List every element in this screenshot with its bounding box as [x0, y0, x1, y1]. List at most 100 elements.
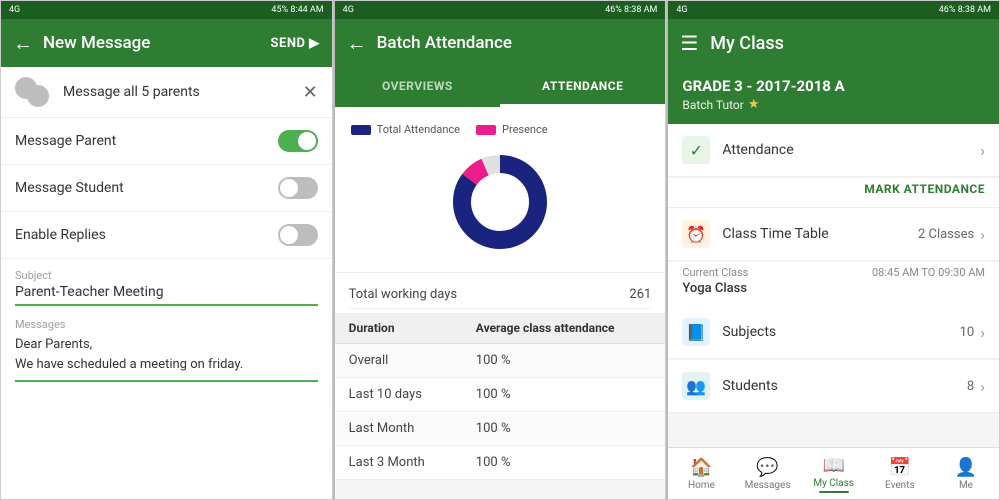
new-message-content: Message all 5 parents ✕ Message Parent M…	[1, 67, 332, 499]
tab-attendance[interactable]: ATTENDANCE	[500, 67, 665, 107]
status-left-1: 4G	[9, 5, 20, 15]
toggle-row-enable-replies: Enable Replies	[1, 212, 332, 259]
legend-dot-presence	[476, 125, 496, 135]
avatar-group	[15, 77, 53, 107]
duration-cell: Last 3 Month	[335, 446, 462, 480]
subject-input[interactable]: Parent-Teacher Meeting	[15, 284, 318, 306]
nav-events[interactable]: 📅 Events	[867, 448, 933, 499]
status-bar-3: 4G 46% 8:38 AM	[668, 1, 999, 19]
panel-new-message: 4G 45% 8:44 AM ← New Message SEND ▶ Mess…	[0, 0, 333, 500]
close-button[interactable]: ✕	[303, 82, 318, 103]
table-row: Last 10 days100 %	[335, 378, 666, 412]
total-working-label: Total working days	[349, 287, 457, 302]
chevron-subjects: ›	[980, 323, 985, 342]
nav-messages[interactable]: 💬 Messages	[734, 448, 800, 499]
mark-attendance-button[interactable]: MARK ATTENDANCE	[864, 182, 985, 196]
panel-my-class: 4G 46% 8:38 AM ☰ My Class GRADE 3 - 2017…	[666, 0, 1000, 500]
header-new-message: ← New Message SEND ▶	[1, 19, 332, 67]
duration-cell: Overall	[335, 344, 462, 378]
messages-icon: 💬	[756, 457, 778, 478]
attendance-table: Duration Average class attendance Overal…	[335, 313, 666, 480]
chevron-timetable: ›	[980, 225, 985, 244]
toggle-message-parent[interactable]	[278, 130, 318, 152]
students-icon: 👥	[682, 372, 710, 400]
star-icon: ★	[748, 97, 760, 112]
my-class-icon: 📖	[822, 455, 844, 476]
toggle-knob-1	[298, 132, 316, 150]
chevron-attendance: ›	[980, 141, 985, 160]
nav-home[interactable]: 🏠 Home	[668, 448, 734, 499]
send-button[interactable]: SEND ▶	[271, 36, 320, 51]
timetable-label: Class Time Table	[722, 226, 918, 242]
duration-cell: Last Month	[335, 412, 462, 446]
chart-legend: Total Attendance Presence	[351, 123, 548, 136]
chart-section: Total Attendance Presence	[335, 107, 666, 272]
avg-cell: 100 %	[462, 378, 666, 412]
current-class-label: Current Class	[682, 266, 748, 279]
menu-item-attendance[interactable]: ✓ Attendance ›	[668, 124, 999, 177]
back-button-2[interactable]: ←	[347, 31, 367, 56]
nav-my-class[interactable]: 📖 My Class	[801, 448, 867, 499]
events-icon: 📅	[889, 457, 911, 478]
status-left-2: 4G	[343, 5, 354, 15]
header-my-class: ☰ My Class	[668, 19, 999, 67]
nav-me[interactable]: 👤 Me	[933, 448, 999, 499]
subjects-badge: 10	[960, 325, 975, 340]
message-all-text: Message all 5 parents	[63, 84, 303, 100]
chevron-students: ›	[980, 377, 985, 396]
grade-title: GRADE 3 - 2017-2018 A	[682, 77, 985, 95]
back-button-1[interactable]: ←	[13, 31, 33, 56]
toggle-label-message-parent: Message Parent	[15, 133, 278, 149]
attendance-label: Attendance	[722, 142, 980, 158]
page-title-2: Batch Attendance	[377, 33, 654, 53]
header-batch-attendance: ← Batch Attendance	[335, 19, 666, 67]
students-badge: 8	[967, 379, 974, 394]
toggle-row-message-student: Message Student	[1, 165, 332, 212]
table-row: Overall100 %	[335, 344, 666, 378]
status-right-3: 46% 8:38 AM	[939, 5, 991, 15]
donut-chart	[450, 152, 550, 252]
toggle-message-student[interactable]	[278, 177, 318, 199]
menu-item-subjects[interactable]: 📘 Subjects 10 ›	[668, 306, 999, 359]
col-header-duration: Duration	[335, 313, 462, 344]
legend-label-total: Total Attendance	[377, 123, 460, 136]
message-all-row: Message all 5 parents ✕	[1, 67, 332, 118]
hamburger-icon[interactable]: ☰	[680, 31, 698, 55]
status-right-1: 45% 8:44 AM	[271, 5, 323, 15]
batch-tutor: Batch Tutor ★	[682, 97, 985, 112]
attendance-icon: ✓	[682, 136, 710, 164]
tabs-bar: OVERVIEWS ATTENDANCE	[335, 67, 666, 107]
total-working-value: 261	[629, 287, 651, 302]
toggle-knob-2	[280, 179, 298, 197]
current-class-time: 08:45 AM TO 09:30 AM	[872, 266, 985, 279]
message-textarea[interactable]: Dear Parents, We have scheduled a meetin…	[15, 335, 318, 382]
status-right-2: 46% 8:38 AM	[605, 5, 657, 15]
grade-card: GRADE 3 - 2017-2018 A Batch Tutor ★	[668, 67, 999, 124]
legend-label-presence: Presence	[502, 123, 548, 136]
tab-overviews[interactable]: OVERVIEWS	[335, 67, 500, 107]
status-bar-2: 4G 46% 8:38 AM	[335, 1, 666, 19]
toggle-section: Message Parent Message Student Enable Re…	[1, 118, 332, 259]
bottom-nav: 🏠 Home 💬 Messages 📖 My Class 📅 Events 👤 …	[668, 447, 999, 499]
students-label: Students	[722, 378, 967, 394]
subjects-icon: 📘	[682, 318, 710, 346]
toggle-enable-replies[interactable]	[278, 224, 318, 246]
avatar-2	[27, 85, 49, 107]
table-row: Last Month100 %	[335, 412, 666, 446]
table-row: Last 3 Month100 %	[335, 446, 666, 480]
home-icon: 🏠	[690, 457, 712, 478]
menu-item-students[interactable]: 👥 Students 8 ›	[668, 360, 999, 413]
stats-section: Total working days 261	[335, 272, 666, 313]
class-time-row: Current Class 08:45 AM TO 09:30 AM	[682, 266, 985, 279]
subject-section: Subject Parent-Teacher Meeting Messages …	[1, 259, 332, 392]
nav-messages-label: Messages	[745, 480, 791, 491]
page-title-3: My Class	[710, 33, 784, 54]
current-class-name: Yoga Class	[682, 281, 985, 296]
menu-item-timetable[interactable]: ⏰ Class Time Table 2 Classes ›	[668, 208, 999, 261]
total-working-row: Total working days 261	[349, 281, 652, 309]
toggle-knob-3	[280, 226, 298, 244]
batch-tutor-label: Batch Tutor	[682, 98, 744, 112]
class-content: ✓ Attendance › MARK ATTENDANCE ⏰ Class T…	[668, 124, 999, 447]
avg-cell: 100 %	[462, 412, 666, 446]
legend-dot-total	[351, 125, 371, 135]
